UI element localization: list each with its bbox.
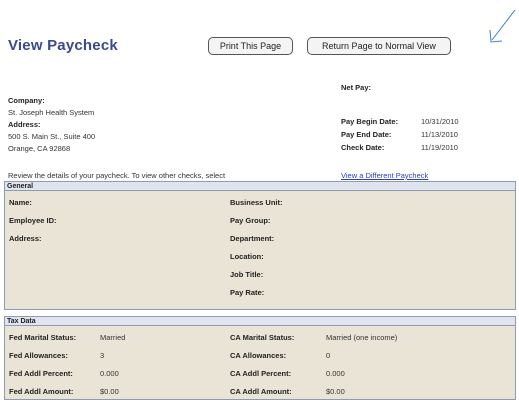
- pay-rate-label: Pay Rate:: [230, 288, 265, 297]
- ca-addl-percent-label: CA Addl Percent:: [230, 369, 292, 378]
- fed-allowances-label: Fed Allowances:: [9, 351, 68, 360]
- ca-marital-status-row: CA Marital Status: Married (one income): [230, 329, 397, 347]
- print-page-button[interactable]: Print This Page: [208, 37, 293, 55]
- tax-data-section: Tax Data Fed Marital Status: Married Fed…: [4, 316, 516, 400]
- ca-allowances-label: CA Allowances:: [230, 351, 287, 360]
- fed-allowances-row: Fed Allowances: 3: [9, 347, 125, 365]
- fed-marital-status-row: Fed Marital Status: Married: [9, 329, 125, 347]
- pay-end-row: Pay End Date: 11/13/2010: [341, 128, 511, 141]
- job-title-label: Job Title:: [230, 270, 264, 279]
- location-label: Location:: [230, 252, 264, 261]
- general-section-header: General: [5, 182, 515, 191]
- pay-begin-row: Pay Begin Date: 10/31/2010: [341, 115, 511, 128]
- diagonal-arrow-icon: [489, 9, 516, 43]
- general-right-column: Business Unit: Pay Group: Department: Lo…: [230, 194, 283, 302]
- check-date-row: Check Date: 11/19/2010: [341, 141, 511, 154]
- ca-addl-percent-value: 0.000: [326, 369, 345, 378]
- company-address-line2: Orange, CA 92868: [8, 144, 71, 153]
- ca-addl-amount-value: $0.00: [326, 387, 345, 396]
- review-instructions: Review the details of your paycheck. To …: [8, 171, 226, 180]
- general-left-column: Name: Employee ID: Address:: [9, 194, 57, 248]
- ca-allowances-row: CA Allowances: 0: [230, 347, 397, 365]
- fed-marital-status-value: Married: [100, 333, 126, 342]
- check-date-value: 11/19/2010: [421, 143, 458, 152]
- general-section: General Name: Employee ID: Address: Busi…: [4, 181, 516, 310]
- pay-begin-value: 10/31/2010: [421, 117, 459, 126]
- ca-allowances-value: 0: [326, 351, 331, 360]
- pay-end-value: 11/13/2010: [421, 130, 458, 139]
- state-tax-column: CA Marital Status: Married (one income) …: [230, 329, 397, 401]
- pay-group-label: Pay Group:: [230, 216, 271, 225]
- ca-addl-percent-row: CA Addl Percent: 0.000: [230, 365, 397, 383]
- company-label: Company:: [8, 96, 45, 105]
- fed-allowances-value: 3: [100, 351, 105, 360]
- fed-addl-percent-row: Fed Addl Percent: 0.000: [9, 365, 125, 383]
- employee-address-label: Address:: [9, 234, 42, 243]
- fed-addl-percent-label: Fed Addl Percent:: [9, 369, 73, 378]
- fed-addl-amount-value: $0.00: [100, 387, 119, 396]
- check-date-label: Check Date:: [341, 143, 385, 152]
- pay-begin-label: Pay Begin Date:: [341, 117, 399, 126]
- return-normal-view-button[interactable]: Return Page to Normal View: [307, 37, 451, 55]
- view-different-paycheck-link[interactable]: View a Different Paycheck: [341, 171, 428, 180]
- name-label: Name:: [9, 198, 32, 207]
- tax-data-section-header: Tax Data: [5, 317, 515, 326]
- company-info: Company: St. Joseph Health System Addres…: [8, 95, 198, 155]
- pay-end-label: Pay End Date:: [341, 130, 392, 139]
- pay-dates: Pay Begin Date: 10/31/2010 Pay End Date:…: [341, 115, 511, 154]
- fed-addl-amount-label: Fed Addl Amount:: [9, 387, 74, 396]
- ca-marital-status-label: CA Marital Status:: [230, 333, 295, 342]
- company-name: St. Joseph Health System: [8, 108, 95, 117]
- ca-addl-amount-row: CA Addl Amount: $0.00: [230, 383, 397, 401]
- employee-id-label: Employee ID:: [9, 216, 57, 225]
- company-address-line1: 500 S. Main St., Suite 400: [8, 132, 96, 141]
- page-title: View Paycheck: [8, 37, 118, 54]
- ca-marital-status-value: Married (one income): [326, 333, 398, 342]
- business-unit-label: Business Unit:: [230, 198, 283, 207]
- department-label: Department:: [230, 234, 275, 243]
- net-pay-label: Net Pay:: [341, 83, 372, 92]
- ca-addl-amount-label: CA Addl Amount:: [230, 387, 292, 396]
- fed-addl-percent-value: 0.000: [100, 369, 119, 378]
- fed-addl-amount-row: Fed Addl Amount: $0.00: [9, 383, 125, 401]
- company-address-label: Address:: [8, 120, 41, 129]
- federal-tax-column: Fed Marital Status: Married Fed Allowanc…: [9, 329, 125, 401]
- fed-marital-status-label: Fed Marital Status:: [9, 333, 77, 342]
